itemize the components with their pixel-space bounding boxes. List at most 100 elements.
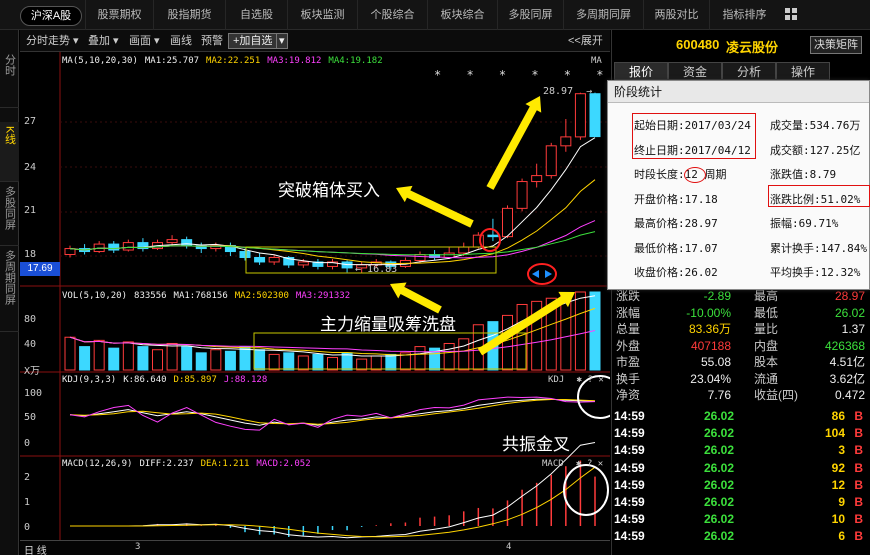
- quote-value-2: 1.37: [841, 322, 865, 336]
- watchlist-dropdown-icon[interactable]: ▾: [276, 33, 288, 49]
- quote-row: 总量 83.36万 量比 1.37: [612, 321, 870, 337]
- vtab-label: 多周期同屏: [3, 250, 16, 305]
- trade-price: 26.02: [704, 443, 735, 458]
- grid-menu-icon[interactable]: [785, 8, 799, 22]
- kdj-legend: KDJ(9,3,3) K:86.640 D:85.897 J:88.128: [62, 375, 274, 385]
- alert-button[interactable]: 预警: [201, 33, 223, 49]
- candle-body: [108, 243, 120, 251]
- trade-row: 14:59 26.02 10 B: [612, 511, 870, 528]
- volume-bar: [502, 314, 513, 371]
- quote-value-2: 4.51亿: [829, 355, 865, 369]
- expand-button[interactable]: <<展开: [568, 33, 603, 49]
- decision-matrix-button[interactable]: 决策矩阵: [810, 36, 862, 54]
- trade-time: 14:59: [614, 460, 645, 475]
- kdj-y-tick: 0: [24, 438, 31, 449]
- quote-key-2: 内盘: [754, 338, 779, 353]
- vol-y-tick: 40: [24, 339, 37, 350]
- quote-value: 407188: [690, 338, 731, 353]
- stock-name: 凌云股份: [726, 40, 779, 55]
- tab-stock-options[interactable]: 股票期权: [85, 0, 153, 30]
- rtab-analysis[interactable]: 分析: [722, 62, 776, 80]
- vtab-intraday[interactable]: 分时: [0, 50, 19, 108]
- tab-multi-period[interactable]: 多周期同屏: [563, 0, 643, 30]
- rtab-quote[interactable]: 报价: [614, 62, 668, 80]
- annotation-breakout: 突破箱体买入: [278, 181, 380, 200]
- candle-body: [458, 246, 470, 254]
- vol-unit: X万: [24, 366, 41, 377]
- draw-line-button[interactable]: 画线: [170, 33, 192, 49]
- vol-ma3: MA3:291332: [295, 291, 351, 301]
- trade-price: 26.02: [704, 512, 735, 527]
- tab-multi-stock[interactable]: 多股同屏: [497, 0, 563, 30]
- quote-key: 外盘: [616, 338, 641, 353]
- vtab-kline[interactable]: K线: [0, 122, 19, 182]
- rtab-funds[interactable]: 资金: [668, 62, 722, 80]
- period-label[interactable]: 日 线: [24, 542, 47, 555]
- popup-stat-right: 成交额:127.25亿: [770, 143, 861, 157]
- menu-label: 分时走势: [26, 35, 70, 47]
- ma3-value: MA3:19.812: [267, 56, 322, 66]
- candle-body: [560, 136, 572, 147]
- volume-bar: [224, 350, 236, 371]
- kline-chart-area[interactable]: MA(5,10,20,30) MA1:25.707 MA2:22.251 MA3:19…: [20, 52, 636, 540]
- kdj-d-line: [69, 399, 596, 425]
- trade-side: B: [854, 460, 863, 475]
- tab-watchlist[interactable]: 自选股: [225, 0, 287, 30]
- tab-stock-overview[interactable]: 个股综合: [357, 0, 427, 30]
- trade-side: B: [854, 443, 863, 458]
- volume-bar: [297, 355, 309, 371]
- trade-time: 14:59: [614, 512, 645, 527]
- main-y-tick: 21: [24, 205, 37, 216]
- quote-value: 83.36万: [688, 322, 731, 336]
- popup-stat-left: 时段长度:12 周期: [634, 168, 727, 181]
- quote-key: 总量: [616, 322, 641, 336]
- macd-corner-label: MACD: [542, 459, 564, 469]
- volume-bar: [93, 339, 105, 371]
- stock-header: 600480 凌云股份 决策矩阵: [612, 30, 870, 60]
- tab-index-futures[interactable]: 股指期货: [153, 0, 225, 30]
- vtab-label: 多股同屏: [3, 186, 16, 230]
- macd-legend: MACD(12,26,9) DIFF:2.237 DEA:1.211 MACD:2.0…: [62, 459, 318, 469]
- candle-body: [516, 181, 528, 209]
- menu-label: 画面: [129, 35, 151, 47]
- kdj-corner-label: KDJ: [548, 375, 565, 385]
- quote-row: 外盘 407188 内盘 426368: [612, 338, 870, 354]
- change-ratio-highlight: [768, 185, 870, 207]
- tab-indicator-sort[interactable]: 指标排序: [709, 0, 779, 30]
- vtab-multi-period[interactable]: 多周期同屏: [0, 246, 19, 332]
- candle-body: [589, 93, 601, 138]
- quote-value-2: 0.472: [834, 388, 865, 402]
- macd-diff-line: [70, 442, 596, 539]
- trade-price: 26.02: [704, 460, 735, 475]
- overlay-menu[interactable]: 叠加 ▾: [88, 33, 119, 49]
- volume-bar: [166, 342, 178, 371]
- vtab-multi-stock[interactable]: 多股同屏: [0, 182, 19, 246]
- popup-stat-right: 平均换手:12.32%: [770, 266, 861, 279]
- popup-stat-left: 最高价格:28.97: [634, 217, 718, 230]
- volume-bar: [443, 342, 455, 371]
- intraday-trend-menu[interactable]: 分时走势 ▾: [26, 33, 79, 49]
- trade-price: 26.02: [704, 409, 735, 423]
- volume-bar: [574, 291, 586, 371]
- canvas-menu[interactable]: 画面 ▾: [129, 33, 160, 49]
- tab-sector-monitor[interactable]: 板块监测: [287, 0, 357, 30]
- rtab-operation[interactable]: 操作: [776, 62, 830, 80]
- volume-bar: [385, 353, 397, 371]
- candle-body: [268, 256, 280, 263]
- trade-volume: 10: [831, 512, 845, 527]
- month-label: 3: [135, 542, 141, 552]
- trade-row: 14:59 26.02 92 B: [612, 460, 870, 477]
- quote-value: -10.00%: [686, 305, 731, 320]
- macd-y-tick: 1: [24, 497, 31, 508]
- add-watchlist-button[interactable]: +加自选: [228, 33, 278, 49]
- quote-key-2: 股本: [754, 355, 779, 369]
- tab-stock-compare[interactable]: 两股对比: [643, 0, 709, 30]
- trade-side: B: [854, 529, 863, 544]
- main-legend: MA(5,10,20,30) MA1:25.707 MA2:22.251 MA3:19…: [62, 56, 390, 66]
- market-selector-button[interactable]: 沪深A股: [20, 6, 82, 26]
- trade-side: B: [854, 409, 863, 423]
- quote-key: 净资: [616, 388, 641, 402]
- tab-sector-overview[interactable]: 板块综合: [427, 0, 497, 30]
- trade-time: 14:59: [614, 529, 645, 544]
- popup-title: 阶段统计: [608, 81, 869, 103]
